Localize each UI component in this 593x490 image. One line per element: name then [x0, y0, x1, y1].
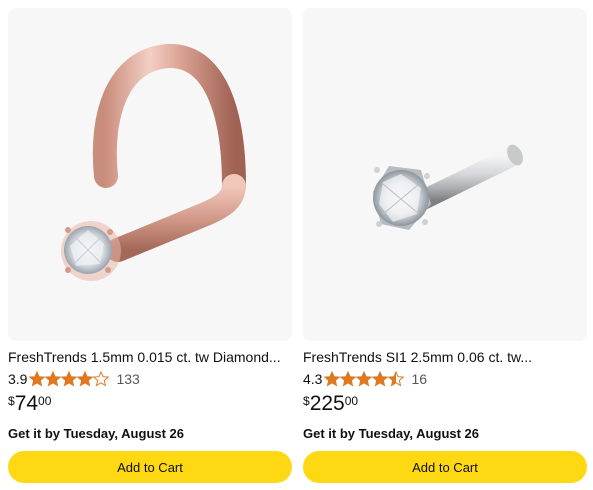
star-icon — [340, 371, 357, 387]
star-rating-icons[interactable] — [29, 371, 110, 387]
price: $ 225 00 — [303, 392, 358, 420]
delivery-text: Get it by Tuesday, August 26 — [8, 426, 185, 441]
star-icon — [356, 371, 373, 387]
product-card[interactable]: FreshTrends 1.5mm 0.015 ct. tw Diamond..… — [8, 8, 292, 486]
add-to-cart-button[interactable]: Add to Cart — [8, 451, 292, 483]
price-symbol: $ — [8, 394, 15, 408]
rose-gold-screw-stud-illustration — [61, 44, 246, 281]
rating-row[interactable]: 3.9 133 — [8, 369, 140, 389]
product-title-link[interactable]: FreshTrends SI1 2.5mm 0.06 ct. tw... — [303, 347, 587, 367]
rating-value: 4.3 — [303, 371, 323, 387]
star-icon — [93, 371, 110, 387]
product-title-link[interactable]: FreshTrends 1.5mm 0.015 ct. tw Diamond..… — [8, 347, 292, 367]
star-icon — [77, 371, 94, 387]
review-count-link[interactable]: 133 — [116, 371, 139, 387]
star-icon — [45, 371, 62, 387]
star-icon — [372, 371, 389, 387]
star-icon — [388, 371, 405, 387]
star-icon — [324, 371, 341, 387]
price-fraction: 00 — [38, 394, 52, 408]
delivery-text: Get it by Tuesday, August 26 — [303, 426, 480, 441]
product-image[interactable] — [303, 8, 587, 341]
white-gold-nose-bone-illustration — [373, 144, 523, 230]
price-whole: 225 — [309, 392, 345, 415]
price-fraction: 00 — [344, 394, 359, 408]
price-whole: 74 — [14, 392, 39, 415]
add-to-cart-button[interactable]: Add to Cart — [303, 451, 587, 483]
price: $ 74 00 — [8, 392, 51, 420]
rating-value: 3.9 — [8, 371, 28, 387]
star-rating-icons[interactable] — [324, 371, 405, 387]
product-card[interactable]: FreshTrends SI1 2.5mm 0.06 ct. tw... 4.3… — [303, 8, 587, 486]
price-symbol: $ — [303, 394, 310, 408]
rating-row[interactable]: 4.3 16 — [303, 369, 427, 389]
star-icon — [61, 371, 78, 387]
star-icon — [29, 371, 46, 387]
review-count-link[interactable]: 16 — [411, 371, 427, 387]
product-image[interactable] — [8, 8, 292, 341]
